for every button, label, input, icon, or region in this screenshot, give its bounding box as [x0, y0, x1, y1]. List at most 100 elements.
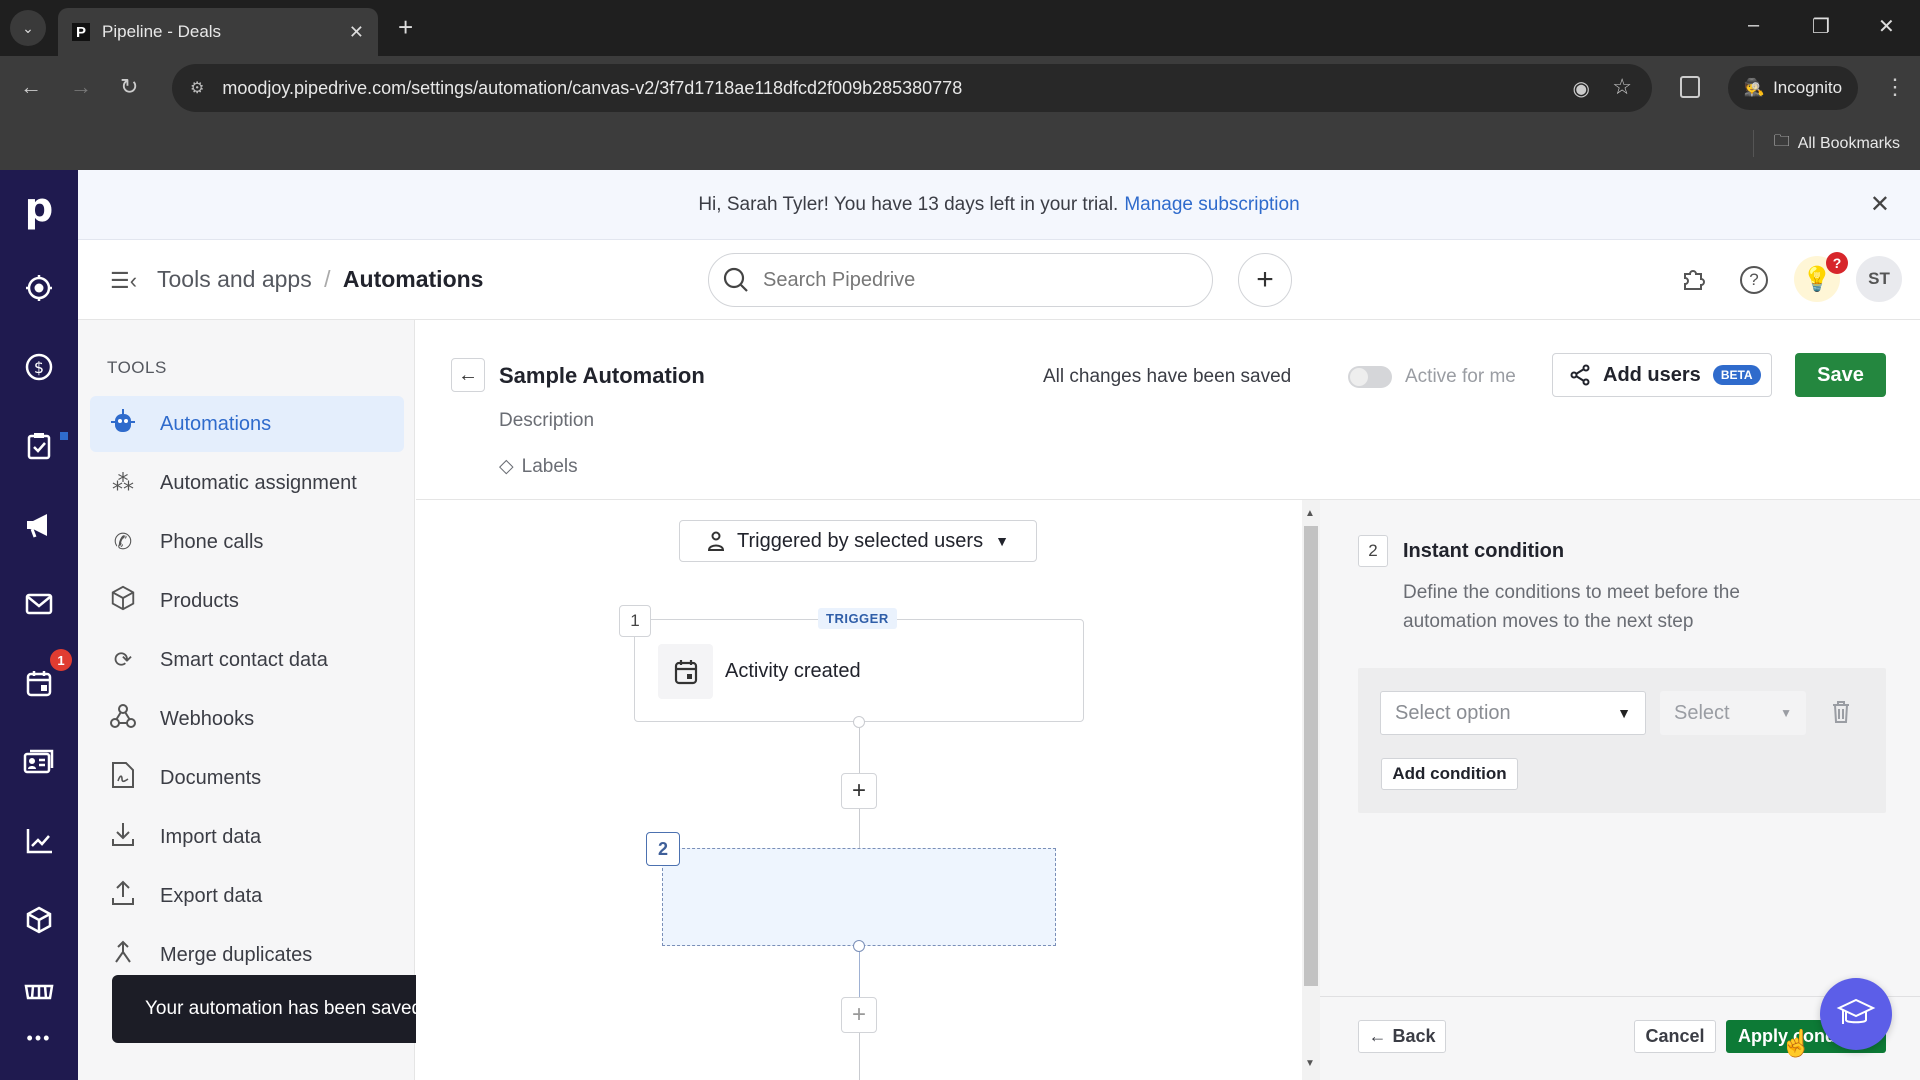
- cancel-button[interactable]: Cancel: [1634, 1020, 1716, 1053]
- side-panel-icon[interactable]: [1680, 76, 1700, 98]
- trigger-users-dropdown[interactable]: Triggered by selected users ▼: [679, 520, 1037, 562]
- avatar[interactable]: ST: [1856, 256, 1902, 302]
- pipedrive-logo[interactable]: p: [0, 185, 78, 231]
- sidebar-item-smart-contact-data[interactable]: ⟳ Smart contact data: [90, 632, 404, 688]
- delete-condition-icon[interactable]: [1831, 700, 1851, 730]
- all-bookmarks-button[interactable]: 🗀 All Bookmarks: [1752, 130, 1900, 157]
- bookmark-star-icon[interactable]: ☆: [1612, 74, 1632, 100]
- breadcrumb-separator: /: [324, 266, 331, 292]
- sidebar-item-automatic-assignment[interactable]: ⁂ Automatic assignment: [90, 455, 404, 511]
- operator-select-dropdown[interactable]: Select ▼: [1660, 691, 1806, 735]
- restore-icon[interactable]: ❐: [1812, 14, 1830, 39]
- sidebar-item-label: Automations: [160, 412, 272, 435]
- nav-activities[interactable]: 1: [0, 649, 78, 703]
- nav-mail[interactable]: [0, 584, 78, 624]
- breadcrumb-tools-and-apps[interactable]: Tools and apps: [157, 266, 312, 292]
- save-status: All changes have been saved: [1043, 366, 1292, 387]
- sidebar-item-import-data[interactable]: Import data: [90, 809, 404, 865]
- back-button[interactable]: ←: [451, 358, 485, 392]
- nav-more[interactable]: •••: [0, 1018, 78, 1058]
- import-icon: [106, 820, 140, 854]
- trigger-dropdown-label: Triggered by selected users: [737, 529, 984, 552]
- scrollbar-thumb[interactable]: [1304, 526, 1318, 986]
- minimize-icon[interactable]: –: [1748, 14, 1759, 37]
- pipedrive-favicon-icon: P: [72, 23, 90, 41]
- quick-add-button[interactable]: +: [1238, 253, 1292, 307]
- scroll-up-icon[interactable]: ▲: [1305, 508, 1315, 519]
- trigger-node-label: Activity created: [725, 660, 861, 682]
- academy-button[interactable]: [1820, 978, 1892, 1050]
- nav-marketplace[interactable]: [0, 972, 78, 1012]
- step-number: 1: [619, 605, 651, 637]
- sidebar-item-phone-calls[interactable]: ✆ Phone calls: [90, 514, 404, 570]
- chart-icon: [26, 829, 52, 854]
- nav-leads[interactable]: [0, 268, 78, 308]
- nav-deals[interactable]: $: [0, 347, 78, 387]
- sidebar-item-export-data[interactable]: Export data: [90, 868, 404, 924]
- nav-campaigns[interactable]: [0, 505, 78, 545]
- save-button[interactable]: Save: [1795, 353, 1886, 397]
- add-users-button[interactable]: Add users BETA: [1552, 353, 1772, 397]
- panel-title: Instant condition: [1403, 540, 1565, 562]
- new-tab-button[interactable]: +: [398, 12, 413, 43]
- merge-icon: [106, 938, 140, 972]
- browser-menu-icon[interactable]: ⋮: [1884, 74, 1906, 100]
- labels-button[interactable]: ◇ Labels: [499, 455, 578, 478]
- active-toggle[interactable]: [1348, 366, 1392, 388]
- connector-dot[interactable]: [853, 940, 865, 952]
- search-input[interactable]: Search Pipedrive: [708, 253, 1213, 307]
- close-banner-icon[interactable]: ✕: [1870, 190, 1890, 219]
- automation-title[interactable]: Sample Automation: [499, 363, 705, 389]
- marketplace-icon: [24, 984, 54, 1000]
- calendar-icon: [658, 644, 713, 699]
- add-step-button[interactable]: +: [841, 997, 877, 1033]
- help-icon[interactable]: ?: [1740, 266, 1768, 294]
- sidebar-item-products[interactable]: Products: [90, 573, 404, 629]
- tab-search-button[interactable]: ⌄: [10, 10, 46, 46]
- breadcrumb-automations: Automations: [342, 266, 484, 292]
- step-number: 2: [646, 832, 680, 866]
- activities-badge: 1: [50, 649, 72, 671]
- tab-title: Pipeline - Deals: [102, 22, 222, 41]
- document-icon: [106, 761, 140, 795]
- dollar-icon: $: [25, 353, 53, 381]
- extensions-puzzle-icon[interactable]: [1680, 265, 1708, 300]
- calendar-icon: [26, 671, 52, 697]
- close-tab-icon[interactable]: ✕: [349, 22, 364, 43]
- scroll-down-icon[interactable]: ▼: [1305, 1058, 1315, 1069]
- tools-section-title: TOOLS: [107, 358, 167, 377]
- nav-projects[interactable]: [0, 426, 78, 466]
- forward-nav-icon[interactable]: →: [70, 74, 92, 100]
- panel-description: Define the conditions to meet before the…: [1403, 582, 1740, 632]
- panel-step-number: 2: [1358, 535, 1388, 567]
- manage-subscription-link[interactable]: Manage subscription: [1124, 194, 1299, 216]
- window-close-icon[interactable]: ✕: [1878, 14, 1895, 39]
- browser-tab[interactable]: P Pipeline - Deals ✕: [58, 8, 378, 56]
- collapse-menu-icon[interactable]: ☰‹: [110, 268, 137, 294]
- address-bar[interactable]: ⚙ moodjoy.pipedrive.com/settings/automat…: [172, 64, 1652, 112]
- trial-banner-text: Hi, Sarah Tyler! You have 13 days left i…: [698, 193, 1119, 215]
- sidebar-item-documents[interactable]: Documents: [90, 750, 404, 806]
- add-step-button[interactable]: +: [841, 773, 877, 809]
- site-info-icon[interactable]: ⚙: [190, 78, 204, 98]
- incognito-indicator[interactable]: 🕵 Incognito: [1728, 66, 1858, 110]
- robot-icon: [106, 406, 140, 442]
- back-nav-icon[interactable]: ←: [20, 74, 42, 100]
- eye-off-icon[interactable]: ◉: [1573, 76, 1590, 101]
- select-option-dropdown[interactable]: Select option ▼: [1380, 691, 1646, 735]
- connector-line: [859, 728, 860, 776]
- panel-back-button[interactable]: ← Back: [1358, 1020, 1446, 1053]
- sidebar-item-automations[interactable]: Automations: [90, 396, 404, 452]
- nav-products[interactable]: [0, 900, 78, 940]
- mail-icon: [25, 593, 53, 615]
- connector-dot[interactable]: [853, 716, 865, 728]
- nav-contacts[interactable]: [0, 742, 78, 782]
- reload-icon[interactable]: ↻: [120, 74, 138, 100]
- add-condition-button[interactable]: Add condition: [1381, 758, 1518, 790]
- sidebar-item-label: Merge duplicates: [160, 943, 313, 966]
- description-field[interactable]: Description: [499, 410, 594, 432]
- sidebar-item-label: Export data: [160, 884, 263, 907]
- condition-node-placeholder[interactable]: [662, 848, 1056, 946]
- nav-insights[interactable]: [0, 821, 78, 861]
- sidebar-item-webhooks[interactable]: Webhooks: [90, 691, 404, 747]
